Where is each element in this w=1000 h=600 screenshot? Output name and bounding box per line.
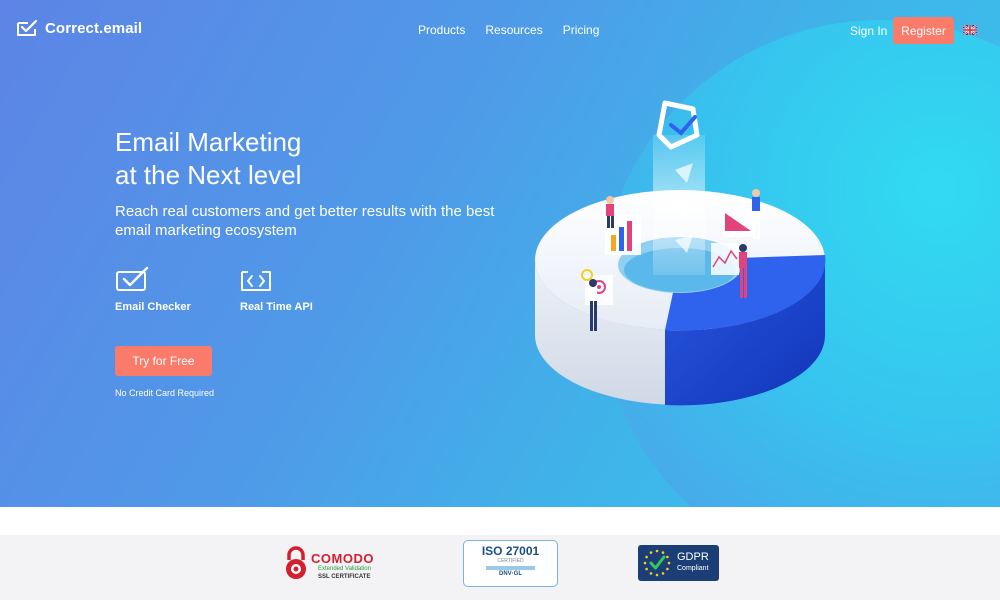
eu-stars-check-icon [643, 549, 671, 577]
iso-certified: CERTIFIED [497, 558, 524, 564]
iso-bar [486, 566, 535, 570]
hero-subheadline: Reach real customers and get better resu… [115, 203, 495, 239]
comodo-badge[interactable]: COMODO Extended Validation SSL CERTIFICA… [283, 544, 383, 586]
brand-logo[interactable]: Correct.email [16, 19, 142, 37]
feature-email-checker[interactable]: Email Checker [115, 266, 191, 313]
gdpr-subtitle: Compliant [677, 565, 709, 572]
envelope-check-icon [116, 266, 149, 291]
line-chart-panel [711, 243, 739, 275]
person-left [606, 196, 614, 228]
cta-note: No Credit Card Required [115, 388, 215, 398]
nav-link-pricing[interactable]: Pricing [563, 23, 600, 37]
comodo-ssl: SSL CERTIFICATE [318, 574, 371, 580]
iso-issuer: DNV·GL [499, 571, 522, 577]
nav-link-products[interactable]: Products [418, 23, 465, 37]
feature-real-time-api[interactable]: Real Time API [240, 266, 313, 313]
top-nav: Correct.email Products Resources Pricing… [0, 0, 1000, 60]
envelope-check-icon [17, 19, 38, 36]
feature-label: Email Checker [115, 301, 191, 313]
person-right [739, 244, 747, 298]
padlock-icon [286, 546, 306, 579]
hero-headline-line2: at the Next level [115, 160, 302, 190]
code-envelope-icon [241, 271, 271, 291]
separator-strip [0, 507, 1000, 535]
brand-name: Correct.email [45, 19, 143, 37]
nav-link-resources[interactable]: Resources [485, 23, 542, 37]
sign-in-link[interactable]: Sign In [850, 24, 887, 38]
feature-label: Real Time API [240, 301, 313, 313]
panel-bar [627, 221, 632, 251]
hero-headline: Email Marketing at the Next level [115, 126, 301, 192]
floating-check-icon [669, 115, 697, 136]
target-dot [597, 285, 601, 289]
panel-bar [619, 227, 624, 251]
gdpr-badge[interactable]: GDPR Compliant [638, 545, 719, 581]
hero-section: Correct.email Products Resources Pricing… [0, 0, 1000, 507]
iso-title: ISO 27001 [481, 544, 540, 558]
person-right-top [752, 189, 760, 239]
register-button[interactable]: Register [893, 17, 954, 44]
comodo-title: COMODO [311, 551, 374, 566]
hero-headline-line1: Email Marketing [115, 127, 302, 157]
hero-illustration [535, 100, 826, 406]
uk-flag-icon[interactable] [963, 25, 977, 35]
gdpr-title: GDPR [677, 551, 709, 563]
iso-badge[interactable]: ISO 27001 CERTIFIED DNV·GL [463, 540, 558, 587]
comodo-subtitle: Extended Validation [318, 566, 371, 572]
panel-bar [611, 235, 616, 251]
nav-links: Products Resources Pricing [418, 23, 599, 37]
try-for-free-button[interactable]: Try for Free [115, 346, 212, 376]
